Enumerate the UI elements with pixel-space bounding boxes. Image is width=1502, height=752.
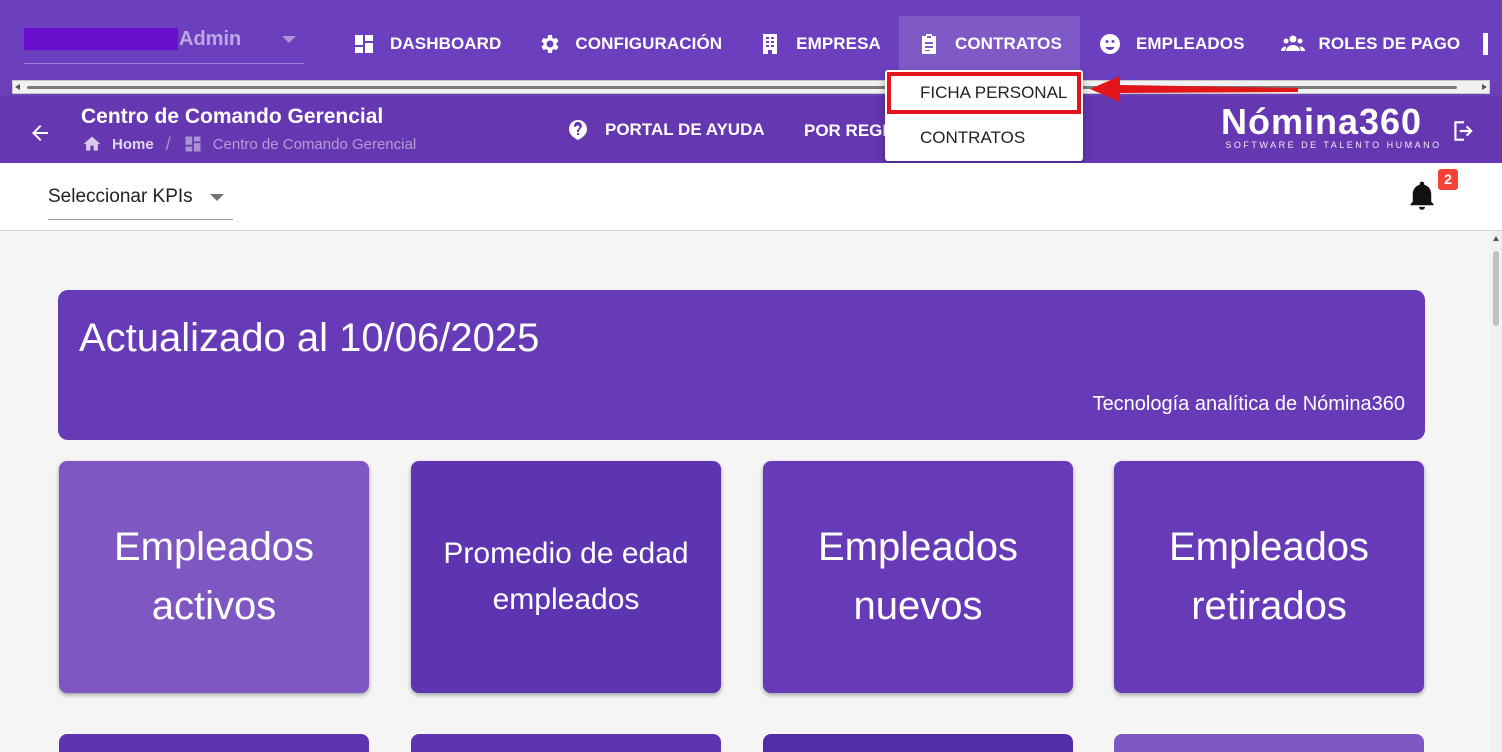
- kpi-card-label: Empleados nuevos: [817, 525, 1019, 628]
- users-icon: [1280, 35, 1305, 51]
- building-icon: [763, 34, 778, 54]
- update-banner: Actualizado al 10/06/2025 Tecnología ana…: [58, 290, 1425, 440]
- highlight-annotation: [887, 72, 1081, 114]
- dashboard-icon: [355, 35, 373, 53]
- kpi-card-partial[interactable]: [763, 734, 1073, 752]
- chevron-down-icon: [282, 36, 296, 43]
- help-link-label: PORTAL DE AYUDA: [605, 120, 765, 139]
- nav-configuracion[interactable]: CONFIGURACIÓN: [519, 16, 740, 72]
- kpi-card-empleados-retirados[interactable]: Empleados retirados: [1114, 461, 1424, 693]
- breadcrumb-home[interactable]: Home: [112, 136, 154, 153]
- kpi-card-label: Promedio de edad empleados: [443, 537, 689, 616]
- clipboard-icon: [921, 34, 936, 54]
- brand-logo: Nómina360 SOFTWARE DE TALENTO HUMANO: [1221, 101, 1446, 151]
- banner-subtitle: Tecnología analítica de Nómina360: [1092, 393, 1405, 415]
- home-icon[interactable]: [82, 134, 102, 154]
- app-root: Admin DASHBOARD CONFIGURACIÓN EMPRESA CO…: [0, 0, 1502, 752]
- nav-empleados[interactable]: EMPLEADOS: [1080, 16, 1263, 72]
- chevron-down-icon: [210, 194, 224, 201]
- breadcrumb: Home / Centro de Comando Gerencial: [82, 134, 416, 154]
- scroll-left-icon[interactable]: [15, 84, 20, 90]
- nav-label: CONFIGURACIÓN: [575, 34, 723, 53]
- nav-label: DASHBOARD: [390, 34, 502, 53]
- arrow-annotation-icon: [1090, 76, 1298, 102]
- kpi-card-promedio-edad[interactable]: Promedio de edad empleados: [411, 461, 721, 693]
- banner-title: Actualizado al 10/06/2025: [79, 316, 540, 360]
- kpi-card-empleados-activos[interactable]: Empleados activos: [59, 461, 369, 693]
- bell-icon[interactable]: [1408, 181, 1436, 211]
- scroll-right-icon[interactable]: [1482, 84, 1487, 90]
- menu-item-contratos[interactable]: CONTRATOS: [885, 118, 1083, 158]
- kpi-card-partial[interactable]: [411, 734, 721, 752]
- user-selector[interactable]: Admin: [24, 24, 304, 64]
- main-nav: DASHBOARD CONFIGURACIÓN EMPRESA CONTRATO…: [334, 16, 1478, 72]
- nav-label: EMPRESA: [796, 34, 881, 53]
- logout-icon[interactable]: [1450, 118, 1476, 144]
- nav-roles-de-pago[interactable]: ROLES DE PAGO: [1263, 16, 1479, 72]
- kpi-card-partial[interactable]: [1114, 734, 1424, 752]
- face-icon: [1099, 34, 1120, 54]
- gear-icon: [541, 35, 559, 53]
- nav-dashboard[interactable]: DASHBOARD: [334, 16, 519, 72]
- page-title: Centro de Comando Gerencial: [81, 105, 384, 128]
- dashboard-icon: [185, 136, 201, 152]
- kpi-select-value: Seleccionar KPIs: [48, 186, 193, 207]
- arrow-left-icon[interactable]: [28, 121, 52, 145]
- notification-badge: 2: [1438, 169, 1458, 190]
- breadcrumb-separator: /: [165, 133, 171, 154]
- kpi-card-label: Empleados activos: [113, 525, 315, 628]
- breadcrumb-current: Centro de Comando Gerencial: [212, 135, 417, 153]
- nav-overflow-item[interactable]: [1483, 33, 1488, 55]
- vertical-scrollbar[interactable]: [1490, 231, 1502, 752]
- help-icon: [569, 120, 587, 140]
- kpi-card-empleados-nuevos[interactable]: Empleados nuevos: [763, 461, 1073, 693]
- nav-empresa[interactable]: EMPRESA: [740, 16, 899, 72]
- scroll-up-icon[interactable]: [1493, 236, 1499, 241]
- nav-label: CONTRATOS: [954, 34, 1062, 53]
- nav-label: ROLES DE PAGO: [1318, 34, 1461, 53]
- kpi-card-partial[interactable]: [59, 734, 369, 752]
- redacted-username: [24, 28, 178, 50]
- user-role: Admin: [179, 28, 242, 50]
- brand-name: Nómina360: [1221, 101, 1423, 142]
- kpi-select[interactable]: Seleccionar KPIs: [48, 183, 233, 220]
- kpi-card-label: Empleados retirados: [1168, 525, 1370, 628]
- help-portal-link[interactable]: PORTAL DE AYUDA: [566, 118, 765, 142]
- brand-tagline: SOFTWARE DE TALENTO HUMANO: [1225, 140, 1442, 150]
- pending-register-link[interactable]: POR REGISTRAR: [804, 121, 889, 141]
- nav-contratos[interactable]: CONTRATOS: [898, 16, 1080, 72]
- scrollbar-thumb[interactable]: [1493, 251, 1499, 326]
- nav-label: EMPLEADOS: [1135, 34, 1245, 53]
